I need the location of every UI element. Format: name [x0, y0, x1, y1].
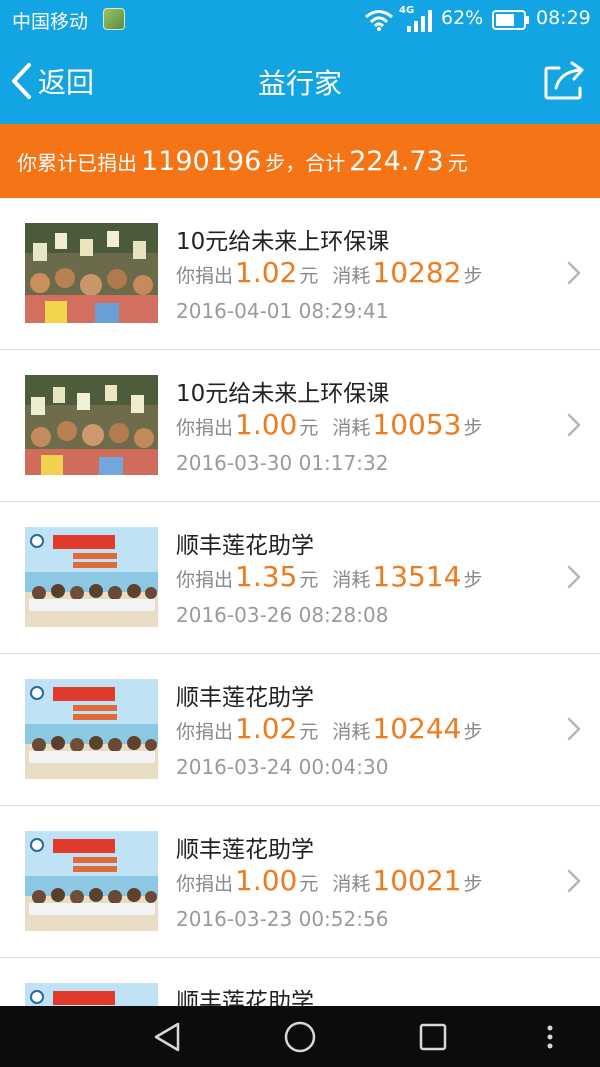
chevron-right-icon — [567, 413, 581, 437]
nav-bar: 返回 益行家 — [0, 40, 600, 124]
project-title: 顺丰莲花助学 — [176, 989, 314, 1006]
donation-details: 你捐出 1.02 元 消耗 10282 步 — [176, 256, 482, 289]
donation-row[interactable]: 顺丰莲花助学 你捐出 1.00 元 消耗 10021 步 2016-03-23 … — [0, 806, 600, 958]
consumed-label: 消耗 — [332, 873, 371, 895]
beach-students-thumbnail — [25, 527, 158, 627]
yuan-unit: 元 — [299, 417, 319, 439]
donated-label: 你捐出 — [176, 417, 234, 439]
donated-label: 你捐出 — [176, 873, 234, 895]
donated-amount: 1.00 — [235, 408, 298, 441]
consumed-steps: 10244 — [372, 712, 462, 745]
system-nav-bar — [0, 1006, 600, 1067]
summary-total-steps: 1190196 — [141, 146, 262, 177]
project-title: 10元给未来上环保课 — [176, 229, 390, 255]
wifi-icon — [365, 10, 393, 31]
consumed-steps: 10053 — [372, 408, 462, 441]
donation-row[interactable]: 10元给未来上环保课 你捐出 1.00 元 消耗 10053 步 2016-03… — [0, 350, 600, 502]
yuan-unit: 元 — [299, 569, 319, 591]
beach-students-thumbnail — [25, 983, 158, 1006]
donation-time: 2016-03-30 01:17:32 — [176, 451, 389, 475]
steps-unit: 步 — [463, 265, 483, 287]
donated-amount: 1.00 — [235, 864, 298, 897]
status-bar: 中国移动 4G 62% 08:29 — [0, 0, 600, 40]
summary-prefix: 你累计已捐出 — [17, 151, 137, 175]
consumed-steps: 10021 — [372, 864, 462, 897]
classroom-thumbnail — [25, 223, 158, 323]
donated-label: 你捐出 — [176, 569, 234, 591]
donation-row[interactable]: 顺丰莲花助学 你捐出 1.02 元 消耗 10244 步 2016-03-24 … — [0, 654, 600, 806]
steps-unit: 步 — [463, 873, 483, 895]
project-title: 顺丰莲花助学 — [176, 533, 314, 559]
donation-details: 你捐出 1.00 元 消耗 10021 步 — [176, 864, 482, 897]
donation-time: 2016-03-23 00:52:56 — [176, 907, 389, 931]
project-title: 顺丰莲花助学 — [176, 685, 314, 711]
consumed-label: 消耗 — [332, 417, 371, 439]
donation-time: 2016-03-26 08:28:08 — [176, 603, 389, 627]
summary-suffix: 元 — [447, 151, 468, 175]
donation-row[interactable]: 顺丰莲花助学 — [0, 958, 600, 1006]
battery-icon — [492, 10, 529, 30]
consumed-steps: 10282 — [372, 256, 462, 289]
donation-details: 你捐出 1.02 元 消耗 10244 步 — [176, 712, 482, 745]
signal-icon — [407, 10, 432, 32]
donation-list: 10元给未来上环保课 你捐出 1.02 元 消耗 10282 步 2016-04… — [0, 198, 600, 1006]
more-vertical-icon[interactable] — [540, 1020, 560, 1054]
donation-summary-banner: 你累计已捐出 1190196 步，合计 224.73 元 — [0, 124, 600, 198]
share-icon[interactable] — [542, 60, 588, 102]
donated-amount: 1.02 — [235, 256, 298, 289]
donation-details: 你捐出 1.00 元 消耗 10053 步 — [176, 408, 482, 441]
donation-time: 2016-04-01 08:29:41 — [176, 299, 389, 323]
donation-row[interactable]: 顺丰莲花助学 你捐出 1.35 元 消耗 13514 步 2016-03-26 … — [0, 502, 600, 654]
yuan-unit: 元 — [299, 873, 319, 895]
chevron-right-icon — [567, 869, 581, 893]
donation-time: 2016-03-24 00:04:30 — [176, 755, 389, 779]
carrier-name: 中国移动 — [12, 11, 89, 33]
home-circle-icon[interactable] — [283, 1020, 317, 1054]
battery-percent: 62% — [441, 7, 484, 29]
back-triangle-icon[interactable] — [150, 1020, 184, 1054]
consumed-label: 消耗 — [332, 721, 371, 743]
beach-students-thumbnail — [25, 831, 158, 931]
steps-unit: 步 — [463, 569, 483, 591]
page-title: 益行家 — [257, 67, 342, 100]
donation-row[interactable]: 10元给未来上环保课 你捐出 1.02 元 消耗 10282 步 2016-04… — [0, 198, 600, 350]
recents-square-icon[interactable] — [416, 1020, 450, 1054]
beach-students-thumbnail — [25, 679, 158, 779]
consumed-steps: 13514 — [372, 560, 462, 593]
donated-amount: 1.35 — [235, 560, 298, 593]
project-title: 顺丰莲花助学 — [176, 837, 314, 863]
yuan-unit: 元 — [299, 265, 319, 287]
chevron-right-icon — [567, 717, 581, 741]
app-notification-icon — [103, 8, 125, 30]
donated-label: 你捐出 — [176, 265, 234, 287]
consumed-label: 消耗 — [332, 265, 371, 287]
chevron-right-icon — [567, 565, 581, 589]
consumed-label: 消耗 — [332, 569, 371, 591]
summary-middle: 步，合计 — [265, 151, 346, 175]
chevron-right-icon — [567, 261, 581, 285]
classroom-thumbnail — [25, 375, 158, 475]
steps-unit: 步 — [463, 721, 483, 743]
yuan-unit: 元 — [299, 721, 319, 743]
donated-amount: 1.02 — [235, 712, 298, 745]
donated-label: 你捐出 — [176, 721, 234, 743]
summary-total-amount: 224.73 — [349, 146, 444, 177]
clock: 08:29 — [536, 7, 591, 29]
steps-unit: 步 — [463, 417, 483, 439]
donation-details: 你捐出 1.35 元 消耗 13514 步 — [176, 560, 482, 593]
project-title: 10元给未来上环保课 — [176, 381, 390, 407]
